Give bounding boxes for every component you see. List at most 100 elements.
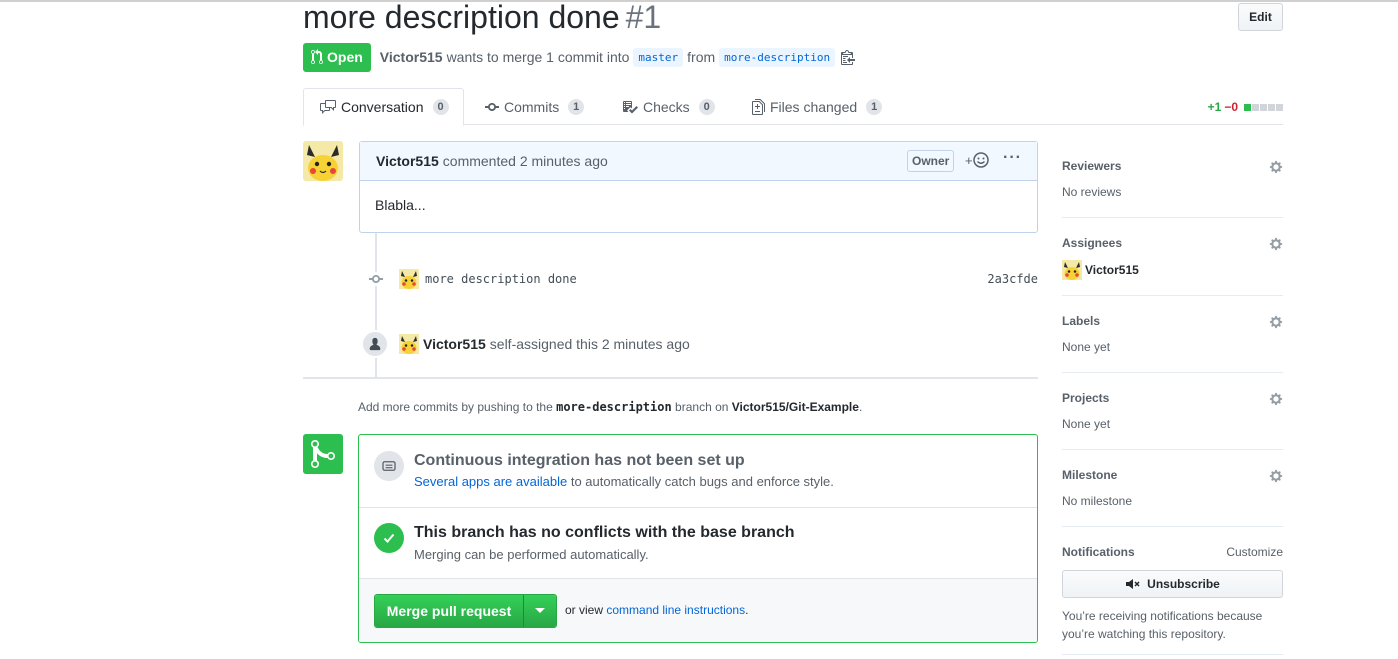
author-link[interactable]: Victor515 [380,49,443,65]
tab-conversation[interactable]: Conversation 0 [303,88,464,126]
milestone-value: No milestone [1062,494,1133,508]
owner-badge: Owner [907,150,955,172]
base-branch[interactable]: master [633,47,684,67]
pikachu-avatar-icon[interactable] [399,334,419,354]
tab-label: Checks [643,98,690,115]
git-commit-icon [485,102,499,111]
reviewers-label[interactable]: Reviewers [1062,159,1121,173]
tab-label: Files changed [770,98,858,115]
ci-text: to automatically catch bugs and enforce … [570,474,834,489]
status-label: Open [327,49,363,65]
comment-discussion-icon [320,100,336,114]
conflict-subtitle: Merging can be performed automatically. [414,547,649,562]
tab-counter: 0 [698,98,715,115]
more-options-icon[interactable]: ··· [1003,149,1022,167]
tab-checks[interactable]: Checks 0 [622,88,715,125]
cli-instructions-link[interactable]: command line instructions [606,603,745,617]
commit-message[interactable]: more description done [425,272,577,286]
comment-box: Victor515 commented 2 minutes ago Owner … [359,141,1038,233]
timeline-end [303,377,1038,379]
checklist-icon [623,100,638,113]
gear-icon[interactable] [1269,237,1283,251]
pr-tabs: Conversation 0 Commits 1 Checks 0 Files … [303,88,1283,126]
avatar[interactable] [303,141,343,181]
push-hint-middle: branch on [675,400,729,414]
merge-options-dropdown[interactable] [524,595,556,627]
projects-label[interactable]: Projects [1062,391,1109,405]
sidebar-notifications: Notifications Customize Unsubscribe You’… [1062,527,1283,655]
comment-author[interactable]: Victor515 [376,153,439,169]
pr-meta: Open Victor515 wants to merge 1 commit i… [303,42,856,72]
assignee-item[interactable]: Victor515 [1062,260,1139,280]
milestone-label[interactable]: Milestone [1062,468,1117,482]
push-hint-repo[interactable]: Victor515/Git-Example [732,400,859,414]
customize-link[interactable]: Customize [1226,545,1283,559]
gear-icon[interactable] [1269,392,1283,406]
reviewers-value: No reviews [1062,185,1122,199]
merge-box: Continuous integration has not been set … [358,434,1038,643]
merge-button-group: Merge pull request [374,594,557,628]
status-badge: Open [303,42,371,72]
tab-counter: 0 [432,99,449,115]
assign-event: Victor515 self-assigned this 2 minutes a… [361,330,1038,358]
labels-value: None yet [1062,340,1111,354]
cli-hint: or view command line instructions. [565,603,748,617]
gear-icon[interactable] [1269,469,1283,483]
labels-label[interactable]: Labels [1062,314,1100,328]
gear-icon[interactable] [1269,315,1283,329]
mute-icon [1126,579,1140,589]
ci-subtitle: Several apps are available to automatica… [414,474,834,489]
merge-pull-request-button[interactable]: Merge pull request [375,595,524,627]
assign-user[interactable]: Victor515 [423,336,486,352]
sidebar-milestone: Milestone No milestone [1062,450,1283,527]
sidebar-assignees: Assignees Victor515 [1062,218,1283,296]
assignee-name: Victor515 [1085,263,1139,277]
comment-action[interactable]: commented 2 minutes ago [443,153,608,169]
pr-number: #1 [625,0,662,35]
comment-header: Victor515 commented 2 minutes ago Owner … [360,142,1037,181]
commit-item: more description done 2a3cfde [367,268,1038,290]
push-hint-branch: more-description [556,400,672,414]
from-text: from [687,49,716,65]
tab-label: Commits [504,98,560,115]
smiley-icon [972,152,989,168]
tab-commits[interactable]: Commits 1 [485,88,585,125]
tab-label: Conversation [341,99,424,115]
unsubscribe-label: Unsubscribe [1147,577,1220,591]
apps-link[interactable]: Several apps are available [414,474,567,489]
unsubscribe-button[interactable]: Unsubscribe [1062,570,1283,598]
page-title: more description done #1 [303,0,661,37]
head-branch[interactable]: more-description [719,47,836,67]
ci-section: Continuous integration has not been set … [359,435,1037,508]
caret-down-icon [535,608,545,613]
tab-counter: 1 [568,98,585,115]
add-reaction-button[interactable]: + [965,152,989,168]
diffstat-blocks [1243,103,1283,111]
notifications-label: Notifications [1062,545,1135,559]
person-icon [361,330,389,358]
notifications-reason: You’re receiving notifications because y… [1062,609,1263,641]
top-border [0,0,1398,2]
conflict-section: This branch has no conflicts with the ba… [359,508,1037,579]
assignees-label[interactable]: Assignees [1062,236,1122,250]
projects-value: None yet [1062,417,1111,431]
merge-status-icon [303,434,343,474]
comment-body: Blabla... [375,197,426,213]
merge-footer: Merge pull request or view command line … [359,579,1037,642]
diffstat: +1 −0 [1208,100,1283,114]
gear-icon[interactable] [1269,160,1283,174]
tab-counter: 1 [866,98,883,115]
push-hint-prefix: Add more commits by pushing to the [358,400,553,414]
edit-button[interactable]: Edit [1238,3,1283,31]
commit-sha[interactable]: 2a3cfde [987,272,1038,286]
push-hint-suffix: . [858,400,863,414]
clipboard-icon[interactable] [841,49,856,65]
git-merge-icon [311,439,335,468]
pull-request-icon [311,49,323,65]
conflict-title: This branch has no conflicts with the ba… [414,524,795,541]
pikachu-avatar-icon[interactable] [399,269,419,289]
sidebar-reviewers: Reviewers No reviews [1062,141,1283,218]
or-view-text: or view [565,603,604,617]
diff-deletions: −0 [1224,100,1238,114]
tab-files-changed[interactable]: Files changed 1 [752,88,883,125]
